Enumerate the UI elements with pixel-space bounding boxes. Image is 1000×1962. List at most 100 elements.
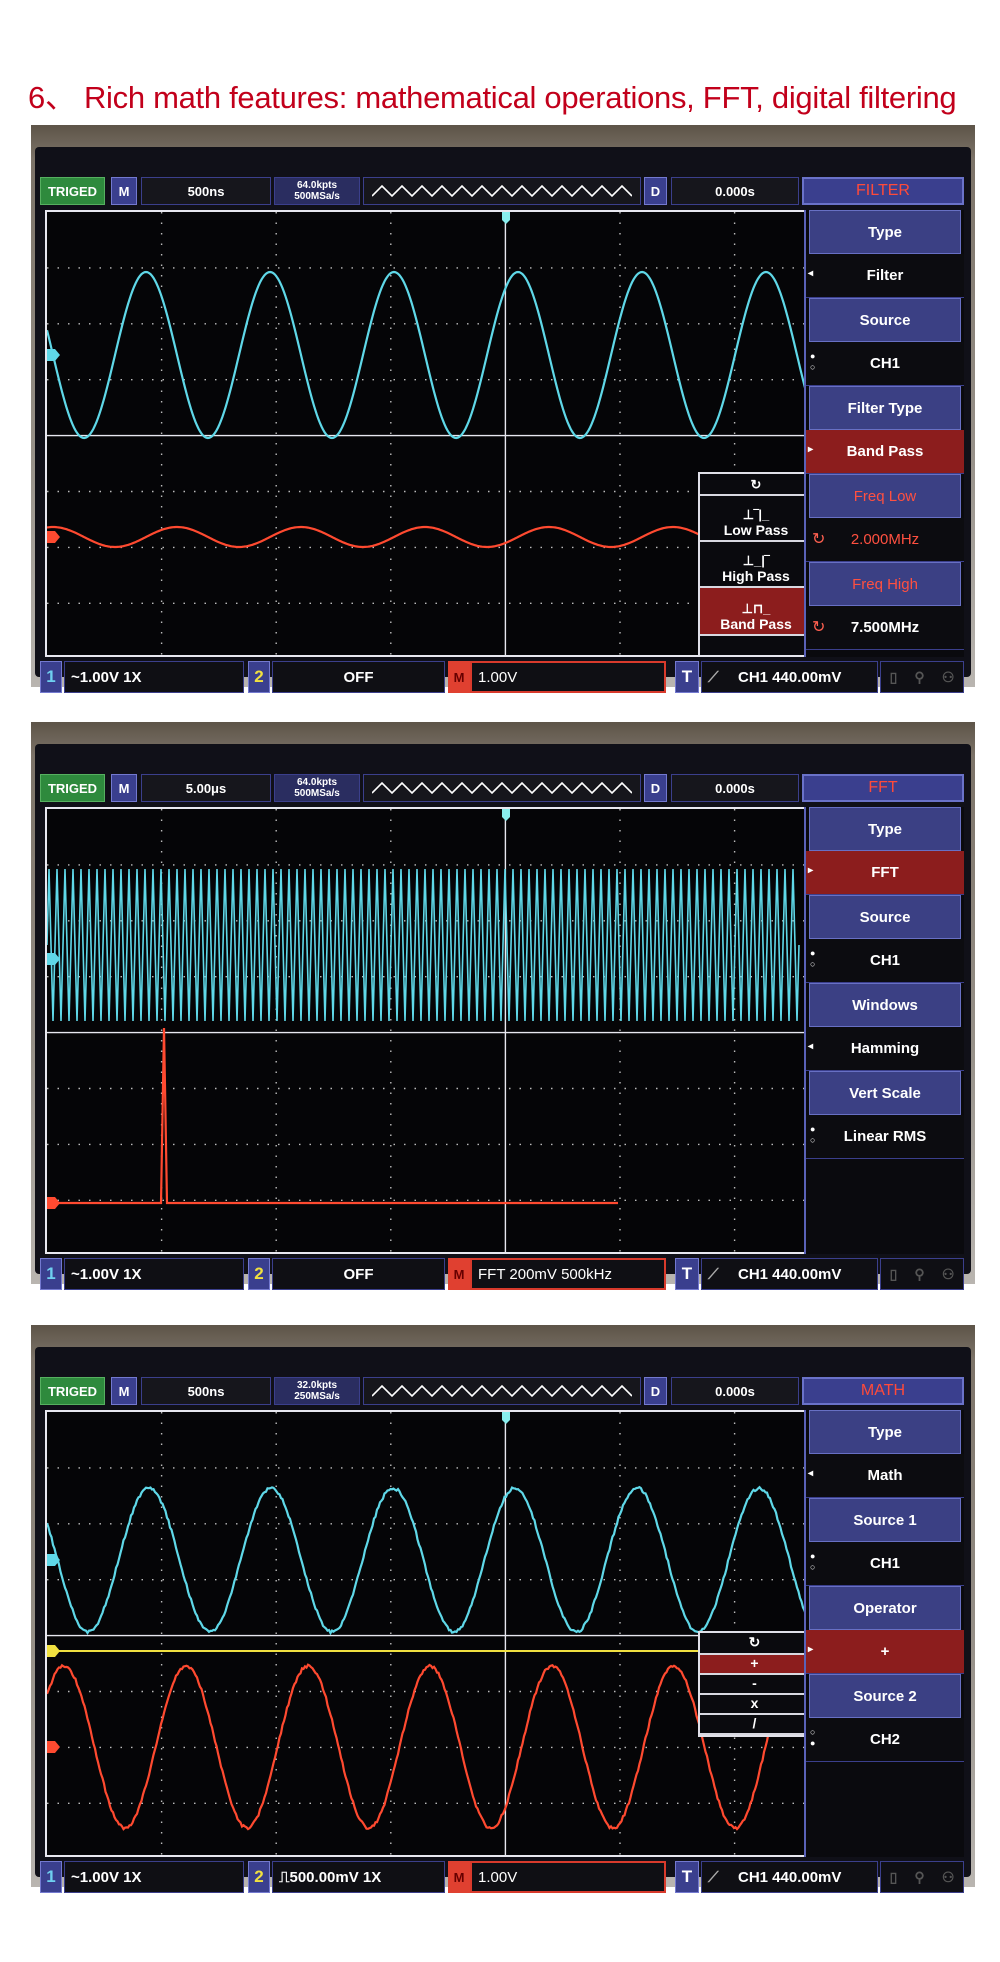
popup-option-label: x [751, 1695, 759, 1711]
menu-label: Type [868, 1424, 902, 1441]
menu-header[interactable]: Windows [809, 983, 961, 1027]
mode-tag[interactable]: M [111, 177, 137, 205]
menu-label: Freq High [852, 576, 918, 593]
trigger-tag[interactable]: T [675, 1861, 699, 1893]
delay-tag: D [644, 177, 667, 205]
trigger-delay[interactable]: 0.000s [671, 774, 799, 802]
rising-edge-icon: ⟋ [708, 1869, 738, 1886]
trigger-delay[interactable]: 0.000s [671, 1377, 799, 1405]
trigger-status: TRIGED [40, 1377, 105, 1405]
math-scale[interactable]: 1.00V [470, 1861, 666, 1893]
menu-value[interactable]: ▸ + [806, 1630, 964, 1674]
menu-title: MATH [802, 1377, 964, 1405]
ch1-tag[interactable]: 1 [40, 661, 62, 693]
storage-icon: ▯ [890, 669, 898, 686]
popup-option-label: Low Pass [724, 522, 789, 538]
popup-option[interactable]: - [700, 1675, 809, 1695]
menu-value[interactable]: ◂ Hamming [806, 1027, 964, 1071]
ch2-tag[interactable]: 2 [248, 1258, 270, 1290]
menu-label: Source 2 [853, 1688, 916, 1705]
mode-tag[interactable]: M [111, 774, 137, 802]
filter-response-icon: ⊥‾|_ [743, 508, 770, 522]
scope-photo-filter: TRIGED M 500ns 64.0kpts 500MSa/s D 0.000s… [31, 125, 975, 687]
ch1-scale[interactable]: ~1.00V 1X [64, 1861, 244, 1893]
acquisition-info: 32.0kpts 250MSa/s [274, 1377, 360, 1405]
memory-depth: 64.0kpts [297, 777, 337, 788]
popup-option[interactable]: Band Stop [700, 636, 812, 657]
waveform-overview [363, 1377, 641, 1405]
side-menu: Type ◂ Filter Source ● ○ CH1 Filter Type ▸ Band P… [804, 210, 964, 657]
popup-option[interactable]: ↻ [700, 1633, 809, 1655]
ch2-tag[interactable]: 2 [248, 1861, 270, 1893]
trigger-tag[interactable]: T [675, 1258, 699, 1290]
popup-option[interactable]: ⊥_|‾ High Pass [700, 542, 812, 588]
math-scale[interactable]: 1.00V [470, 661, 666, 693]
menu-header[interactable]: Filter Type [809, 386, 961, 430]
filter-response-icon: ⊥⊓_ [742, 602, 771, 616]
menu-value[interactable]: ◂ Math [806, 1454, 964, 1498]
timebase[interactable]: 5.00μs [141, 774, 271, 802]
menu-header[interactable]: Source [809, 298, 961, 342]
ch1-scale[interactable]: ~1.00V 1X [64, 1258, 244, 1290]
menu-value[interactable]: ○ ● CH2 [806, 1718, 964, 1762]
math-tag[interactable]: M [448, 1258, 470, 1290]
scope-photo-math: TRIGED M 500ns 32.0kpts 250MSa/s D 0.000s… [31, 1325, 975, 1887]
menu-header[interactable]: Source 2 [809, 1674, 961, 1718]
menu-value[interactable]: ▸ Band Pass [806, 430, 964, 474]
popup-option[interactable]: ↻ [700, 474, 812, 496]
menu-value[interactable]: ◂ Filter [806, 254, 964, 298]
popup-option-label: - [752, 1675, 757, 1691]
ch1-trace [47, 1487, 806, 1633]
memory-depth: 64.0kpts [297, 180, 337, 191]
menu-value[interactable]: ● ○ CH1 [806, 342, 964, 386]
network-icon: ⚇ [942, 1266, 955, 1283]
menu-header[interactable]: Vert Scale [809, 1071, 961, 1115]
popup-option[interactable]: ⊥⊓_ Band Pass [700, 588, 812, 636]
option-popup: ↻ + - x / [698, 1631, 811, 1737]
menu-header[interactable]: Freq Low [809, 474, 961, 518]
menu-header[interactable]: Type [809, 807, 961, 851]
menu-header[interactable]: Type [809, 1410, 961, 1454]
menu-header[interactable]: Source [809, 895, 961, 939]
math-tag[interactable]: M [448, 661, 470, 693]
menu-header[interactable]: Freq High [809, 562, 961, 606]
refresh-icon: ↻ [751, 478, 762, 492]
menu-value[interactable]: ↻ 7.500MHz [806, 606, 964, 650]
popup-option[interactable]: / [700, 1715, 809, 1735]
popup-option[interactable]: ⊥‾|_ Low Pass [700, 496, 812, 542]
trigger-info[interactable]: ⟋ CH1 440.00mV [701, 661, 878, 693]
menu-value[interactable]: ● ○ Linear RMS [806, 1115, 964, 1159]
menu-value[interactable]: ▸ FFT [806, 851, 964, 895]
menu-header[interactable]: Type [809, 210, 961, 254]
mode-tag[interactable]: M [111, 1377, 137, 1405]
timebase[interactable]: 500ns [141, 1377, 271, 1405]
menu-value[interactable]: ● ○ CH1 [806, 939, 964, 983]
popup-option[interactable]: + [700, 1655, 809, 1675]
side-menu: Type ▸ FFT Source ● ○ CH1 Windows ◂ Hamming Vert S… [804, 807, 964, 1254]
menu-value[interactable]: ↻ 2.000MHz [806, 518, 964, 562]
ch2-scale[interactable]: OFF [272, 661, 445, 693]
menu-label: Math [868, 1467, 903, 1484]
ch1-marker [47, 953, 60, 965]
math-scale[interactable]: FFT 200mV 500kHz [470, 1258, 666, 1290]
status-icons: ▯ ⚲ ⚇ [880, 661, 964, 693]
trigger-delay[interactable]: 0.000s [671, 177, 799, 205]
ch1-scale[interactable]: ~1.00V 1X [64, 661, 244, 693]
trigger-info[interactable]: ⟋ CH1 440.00mV [701, 1861, 878, 1893]
knob-icon: ↻ [812, 617, 825, 637]
trigger-position-marker [502, 809, 510, 821]
math-tag[interactable]: M [448, 1861, 470, 1893]
popup-option[interactable]: x [700, 1695, 809, 1715]
ch2-scale[interactable]: ⎍500.00mV 1X [272, 1861, 445, 1893]
timebase[interactable]: 500ns [141, 177, 271, 205]
ch1-tag[interactable]: 1 [40, 1258, 62, 1290]
ch1-tag[interactable]: 1 [40, 1861, 62, 1893]
trigger-tag[interactable]: T [675, 661, 699, 693]
ch2-scale[interactable]: OFF [272, 1258, 445, 1290]
ch2-tag[interactable]: 2 [248, 661, 270, 693]
trigger-info[interactable]: ⟋ CH1 440.00mV [701, 1258, 878, 1290]
menu-header[interactable]: Source 1 [809, 1498, 961, 1542]
menu-header[interactable]: Operator [809, 1586, 961, 1630]
menu-label: Linear RMS [844, 1128, 927, 1145]
menu-value[interactable]: ● ○ CH1 [806, 1542, 964, 1586]
